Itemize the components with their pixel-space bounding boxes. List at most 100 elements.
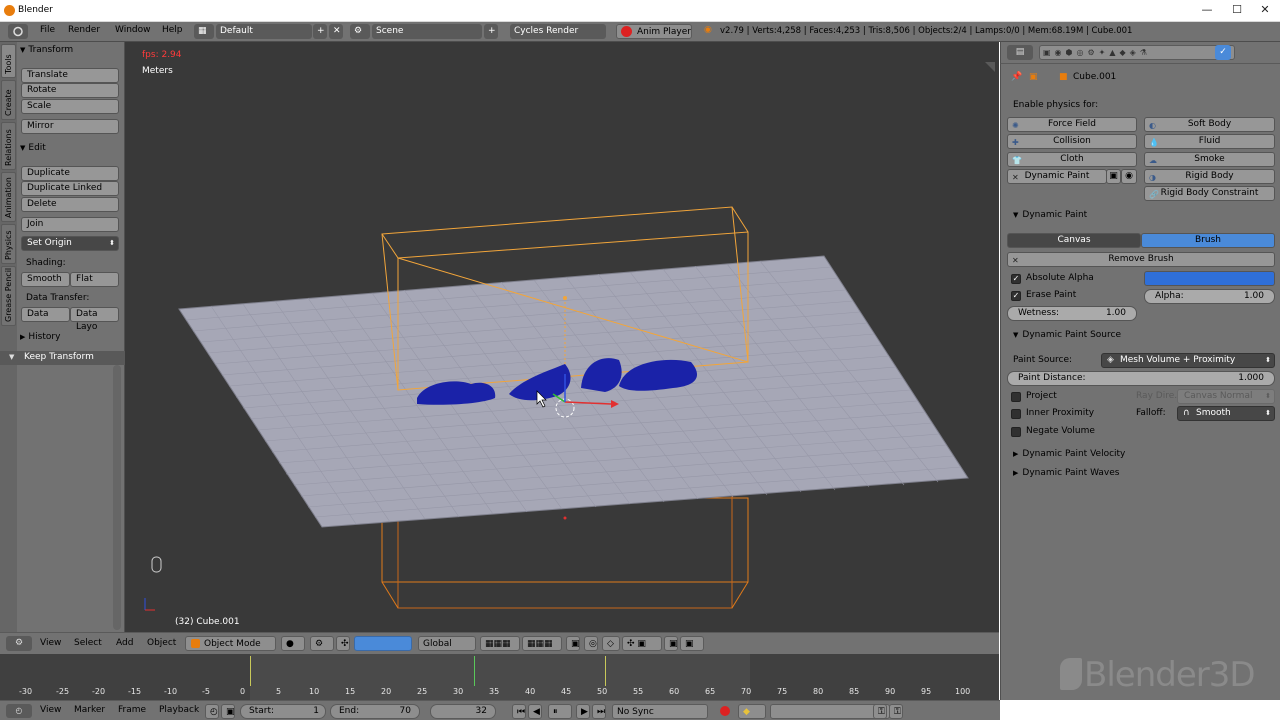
delete-keyframe-icon[interactable]: ⚿ — [889, 704, 903, 719]
join-button[interactable]: Join — [21, 217, 119, 232]
transform-panel-header[interactable]: ▼ Transform — [20, 45, 73, 59]
tl-menu-playback[interactable]: Playback — [159, 705, 199, 715]
soft-body-button[interactable]: ◐ Soft Body — [1144, 117, 1275, 132]
3d-viewport[interactable]: fps: 2.94 Meters (32) Cube.001 — [125, 42, 999, 632]
auto-keyframe-record-icon[interactable] — [720, 706, 730, 716]
paint-distance-field[interactable]: Paint Distance: 1.000 — [1007, 371, 1275, 386]
flat-shading-button[interactable]: Flat — [70, 272, 119, 287]
dynamic-paint-source-panel-header[interactable]: ▼ Dynamic Paint Source — [1013, 330, 1121, 340]
translate-button[interactable]: Translate — [21, 68, 119, 83]
layout-add-icon[interactable]: + — [313, 24, 327, 39]
edit-panel-header[interactable]: ▼ Edit — [20, 143, 46, 157]
tl-menu-frame[interactable]: Frame — [118, 705, 146, 715]
editor-type-properties-icon[interactable]: ▤ — [1007, 45, 1033, 60]
force-field-button[interactable]: ✺ Force Field — [1007, 117, 1137, 132]
start-frame-field[interactable]: Start: 1 — [240, 704, 326, 719]
opengl-anim-icon[interactable]: ▣ — [680, 636, 704, 651]
lock-icon[interactable]: ▣ — [221, 704, 235, 719]
transform-orientation-select[interactable]: Global — [418, 636, 476, 651]
tab-create[interactable]: Create — [1, 80, 16, 120]
fluid-button[interactable]: 💧 Fluid — [1144, 134, 1275, 149]
history-panel-header[interactable]: ▶ History — [20, 332, 60, 346]
physics-tab-icon[interactable]: ✓ — [1215, 45, 1231, 60]
snap-target-select[interactable]: ✣ ▣ — [622, 636, 662, 651]
editor-type-timeline-icon[interactable]: ◴ — [6, 704, 32, 718]
pivot-point-icon[interactable]: ⚙ — [310, 636, 334, 651]
tl-menu-view[interactable]: View — [40, 705, 61, 715]
manipulator-mode-buttons[interactable] — [354, 636, 412, 651]
dynamic-paint-waves-panel-header[interactable]: ▶ Dynamic Paint Waves — [1013, 468, 1119, 478]
jump-start-icon[interactable]: ⏮ — [512, 704, 526, 719]
eye-icon[interactable]: ◉ — [1121, 169, 1137, 184]
active-keying-set-field[interactable] — [770, 704, 890, 719]
scene-browse-icon[interactable]: ⚙ — [350, 24, 370, 39]
sync-mode-select[interactable]: No Sync — [612, 704, 708, 719]
erase-paint-checkbox[interactable]: ✓ — [1011, 291, 1021, 301]
mode-select[interactable]: Object Mode — [185, 636, 276, 651]
snap-toggle-icon[interactable]: ◇ — [602, 636, 620, 651]
insert-keyframe-icon[interactable]: ⚿ — [873, 704, 887, 719]
scale-button[interactable]: Scale — [21, 99, 119, 114]
keyframe-marker-2[interactable] — [605, 656, 606, 686]
keying-set-icon[interactable]: ◆ — [738, 704, 766, 719]
delete-button[interactable]: Delete — [21, 197, 119, 212]
maximize-button[interactable]: ☐ — [1222, 0, 1252, 22]
rigid-body-button[interactable]: ◑ Rigid Body — [1144, 169, 1275, 184]
ray-direction-select[interactable]: Canvas Normal ⬍ — [1177, 389, 1275, 404]
falloff-select[interactable]: ∩ Smooth ⬍ — [1177, 406, 1275, 421]
canvas-tab[interactable]: Canvas — [1007, 233, 1141, 248]
wetness-field[interactable]: Wetness: 1.00 — [1007, 306, 1137, 321]
timeline[interactable]: -30 -25 -20 -15 -10 -5 0 5 10 15 20 25 3… — [0, 654, 999, 700]
editor-type-3d-view-icon[interactable]: ⚙ — [6, 636, 32, 651]
operator-redo-panel[interactable]: ▼ Keep Transform — [0, 351, 125, 365]
rigid-body-constraint-button[interactable]: 🔗 Rigid Body Constraint — [1144, 186, 1275, 201]
layout-browse-icon[interactable]: ▦ — [194, 24, 214, 39]
current-frame-field[interactable]: 32 — [430, 704, 496, 719]
preview-range-icon[interactable]: ◴ — [205, 704, 219, 719]
dynamic-paint-panel-header[interactable]: ▼ Dynamic Paint — [1013, 210, 1087, 220]
camera-icon[interactable]: ▣ — [1106, 169, 1121, 184]
dynamic-paint-velocity-panel-header[interactable]: ▶ Dynamic Paint Velocity — [1013, 449, 1125, 459]
brush-color-swatch[interactable] — [1144, 271, 1275, 286]
rotate-button[interactable]: Rotate — [21, 83, 119, 98]
close-button[interactable]: ✕ — [1250, 0, 1280, 22]
tab-grease-pencil[interactable]: Grease Pencil — [1, 266, 16, 326]
layers-grid-1[interactable]: ▦▦▦ — [480, 636, 520, 651]
prev-keyframe-icon[interactable]: ◀ — [528, 704, 542, 719]
absolute-alpha-checkbox[interactable]: ✓ — [1011, 274, 1021, 284]
layout-name-field[interactable]: Default — [216, 24, 312, 39]
minimize-button[interactable]: — — [1192, 0, 1222, 22]
data-transfer-button[interactable]: Data — [21, 307, 70, 322]
jump-end-icon[interactable]: ⏭ — [592, 704, 606, 719]
collision-button[interactable]: ✚ Collision — [1007, 134, 1137, 149]
pause-button[interactable]: ⏸ — [548, 704, 572, 719]
inner-proximity-checkbox[interactable] — [1011, 409, 1021, 419]
menu-add[interactable]: Add — [116, 638, 133, 648]
menu-help[interactable]: Help — [162, 25, 183, 35]
tab-animation[interactable]: Animation — [1, 172, 16, 222]
menu-render[interactable]: Render — [68, 25, 100, 35]
menu-object[interactable]: Object — [147, 638, 176, 648]
scene-add-icon[interactable]: + — [484, 24, 498, 39]
area-split-handle[interactable] — [985, 62, 995, 72]
anim-player-button[interactable]: Anim Player — [616, 24, 692, 39]
menu-select[interactable]: Select — [74, 638, 102, 648]
tab-physics[interactable]: Physics — [1, 224, 16, 264]
brush-tab[interactable]: Brush — [1141, 233, 1275, 248]
alpha-field[interactable]: Alpha: 1.00 — [1144, 289, 1275, 304]
tab-relations[interactable]: Relations — [1, 122, 16, 170]
current-frame-line[interactable] — [474, 656, 475, 686]
render-engine-select[interactable]: Cycles Render — [510, 24, 606, 39]
toolshelf-scrollbar[interactable] — [113, 365, 121, 630]
end-frame-field[interactable]: End: 70 — [330, 704, 420, 719]
menu-view[interactable]: View — [40, 638, 61, 648]
data-layout-button[interactable]: Data Layo — [70, 307, 119, 332]
set-origin-menu[interactable]: Set Origin ⬍ — [21, 236, 119, 251]
duplicate-button[interactable]: Duplicate — [21, 166, 119, 181]
dynamic-paint-remove-button[interactable]: ✕ Dynamic Paint — [1007, 169, 1107, 184]
cloth-button[interactable]: 👕 Cloth — [1007, 152, 1137, 167]
project-checkbox[interactable] — [1011, 392, 1021, 402]
proportional-edit-icon[interactable]: ◎ — [584, 636, 598, 651]
negate-volume-checkbox[interactable] — [1011, 427, 1021, 437]
tl-menu-marker[interactable]: Marker — [74, 705, 105, 715]
